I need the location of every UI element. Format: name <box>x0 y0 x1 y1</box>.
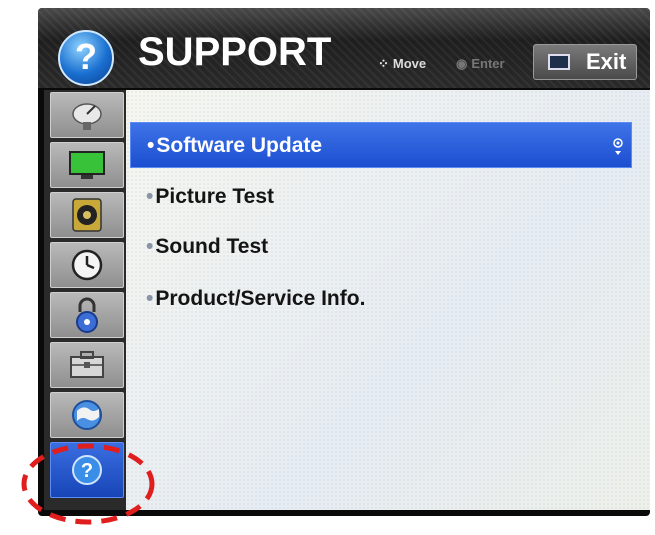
speaker-icon <box>72 198 102 232</box>
sidebar-item-picture[interactable] <box>50 142 124 188</box>
monitor-icon <box>69 151 105 179</box>
annotation-highlight-circle <box>21 443 155 525</box>
sidebar-item-time[interactable] <box>50 242 124 288</box>
menu-item-software-update[interactable]: •Software Update <box>130 122 632 168</box>
lock-icon <box>76 297 98 333</box>
move-hint: ⁘ Move <box>378 56 427 71</box>
support-help-icon: ? <box>58 30 114 86</box>
exit-button[interactable]: Exit <box>533 44 637 80</box>
toolbox-icon <box>70 351 104 378</box>
globe-icon <box>72 400 102 430</box>
support-menu-panel: •Software Update •Picture Test •Sound Te… <box>126 90 650 510</box>
clock-icon <box>71 249 103 281</box>
sidebar-item-lock[interactable] <box>50 292 124 338</box>
enter-hint: ◉ Enter <box>456 56 505 71</box>
sidebar-item-option[interactable] <box>50 342 124 388</box>
sidebar-item-audio[interactable] <box>50 192 124 238</box>
page-title: SUPPORT <box>138 30 332 74</box>
ok-dot-icon: ◉ <box>456 56 468 71</box>
arrows-icon: ⁘ <box>378 56 389 71</box>
exit-icon <box>548 54 570 70</box>
menu-item-sound-test[interactable]: •Sound Test <box>130 224 632 270</box>
sidebar-item-network[interactable] <box>50 392 124 438</box>
scroll-wheel-icon <box>613 138 623 155</box>
header-bar: ? SUPPORT ⁘ Move ◉ Enter Exit <box>38 8 650 88</box>
sidebar-item-channel[interactable] <box>50 92 124 138</box>
satellite-dish-icon <box>72 103 102 130</box>
menu-item-picture-test[interactable]: •Picture Test <box>130 174 632 220</box>
menu-item-product-service-info[interactable]: •Product/Service Info. <box>130 276 632 322</box>
